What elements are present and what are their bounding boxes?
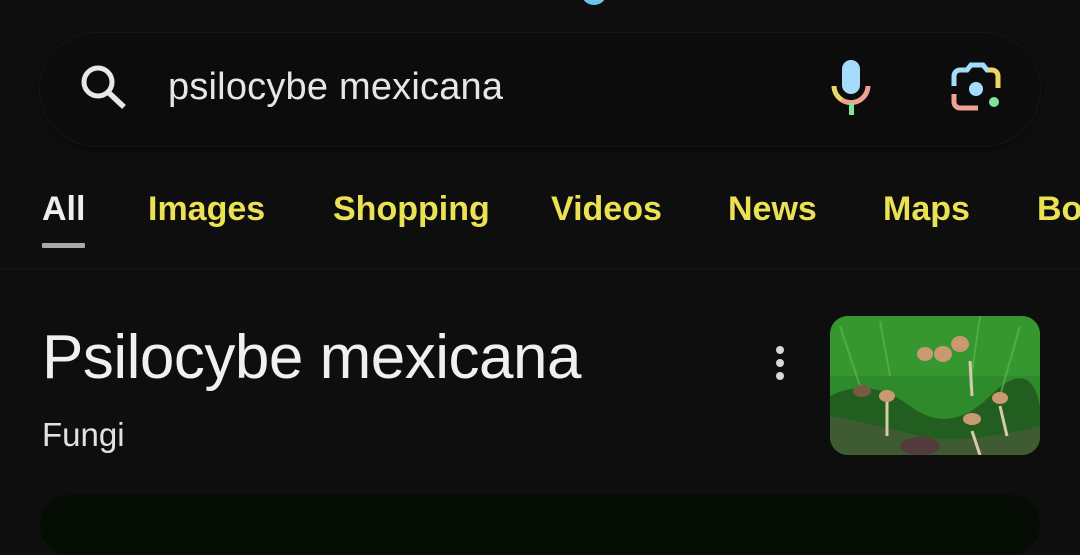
- info-card[interactable]: [40, 495, 1040, 555]
- tab-news[interactable]: News: [728, 190, 817, 229]
- tab-books[interactable]: Bo: [1037, 190, 1080, 229]
- tab-videos[interactable]: Videos: [551, 190, 662, 229]
- tab-images[interactable]: Images: [148, 190, 265, 229]
- search-tabs: All Images Shopping Videos News Maps Bo: [0, 180, 1080, 260]
- search-input[interactable]: psilocybe mexicana: [168, 66, 503, 109]
- thumbnail-image[interactable]: [830, 316, 1040, 455]
- tab-shopping[interactable]: Shopping: [333, 190, 490, 229]
- mic-icon[interactable]: [828, 58, 874, 116]
- tab-all[interactable]: All: [42, 190, 85, 229]
- google-lens-icon[interactable]: [950, 62, 1006, 114]
- panel-title: Psilocybe mexicana: [42, 323, 581, 392]
- tab-maps[interactable]: Maps: [883, 190, 970, 229]
- panel-subtitle: Fungi: [42, 416, 125, 453]
- active-tab-indicator: [42, 243, 85, 248]
- more-vert-icon[interactable]: [770, 344, 790, 384]
- top-indicator-icon: [583, 0, 605, 5]
- search-icon[interactable]: [78, 62, 132, 112]
- divider: [0, 268, 1080, 270]
